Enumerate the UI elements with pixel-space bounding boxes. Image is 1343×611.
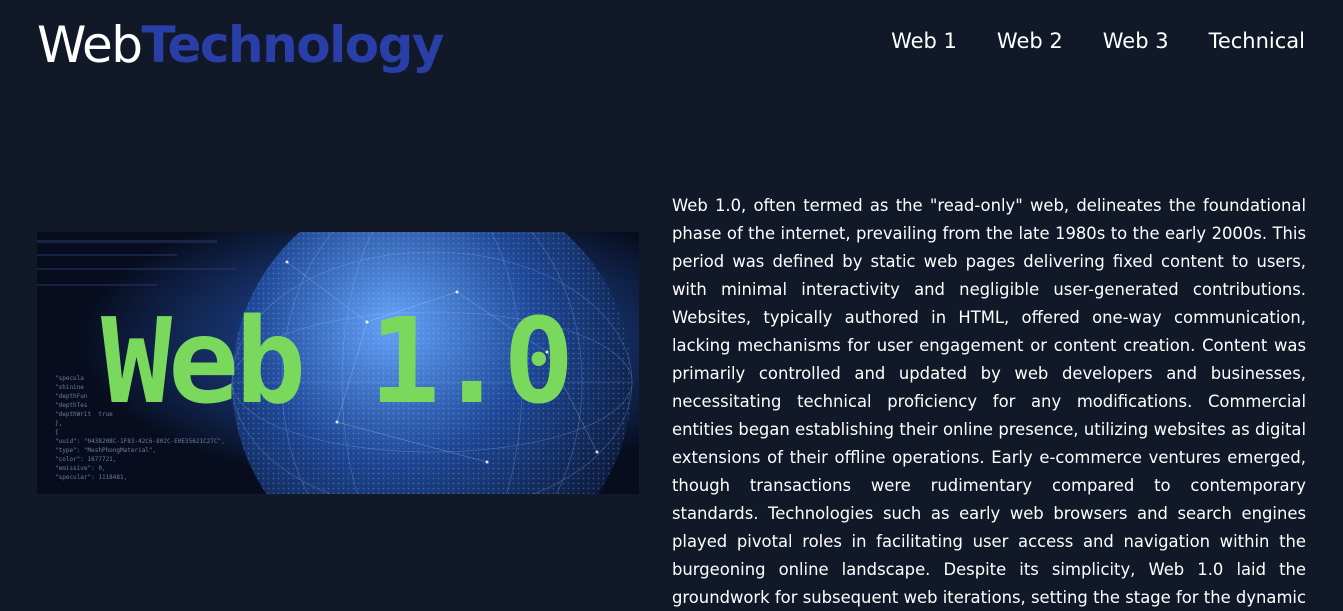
main-nav: Web 1 Web 2 Web 3 Technical	[891, 26, 1305, 56]
hero-image: "specula "shinine "depthFun "depthTes "d…	[37, 232, 639, 494]
site-logo[interactable]: WebTechnology	[37, 10, 445, 80]
nav-link-web-1[interactable]: Web 1	[891, 26, 957, 56]
page: WebTechnology Web 1 Web 2 Web 3 Technica…	[0, 0, 1343, 611]
logo-word-technology: Technology	[141, 16, 445, 74]
logo-word-web: Web	[37, 16, 143, 74]
nav-link-web-3[interactable]: Web 3	[1103, 26, 1169, 56]
nav-link-web-2[interactable]: Web 2	[997, 26, 1063, 56]
article-text: Web 1.0, often termed as the "read-only"…	[672, 196, 1306, 607]
hero-title: Web 1.0	[101, 292, 574, 430]
nav-link-technical[interactable]: Technical	[1209, 26, 1305, 56]
